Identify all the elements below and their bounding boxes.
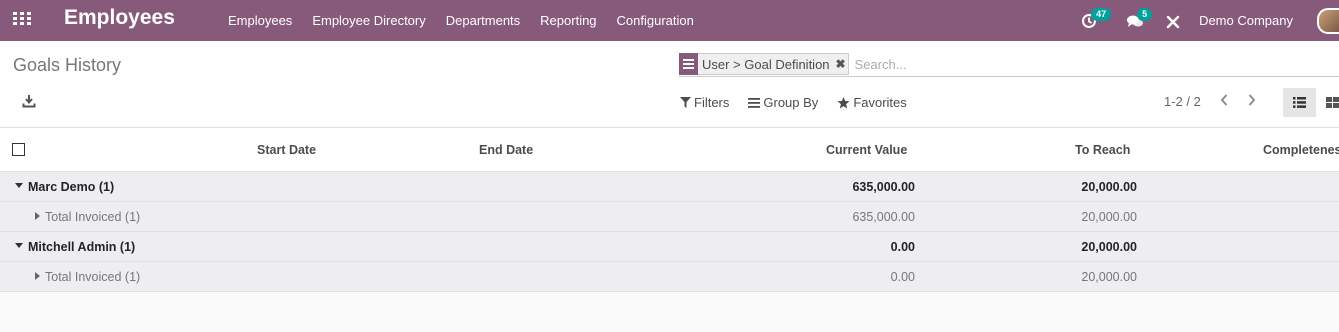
messaging-button[interactable]: 5: [1125, 7, 1153, 31]
search-options: Filters Group By Favorites: [680, 95, 926, 110]
menu-item-configuration[interactable]: Configuration: [607, 13, 704, 28]
group-row[interactable]: Marc Demo (1) 635,000.00 20,000.00: [0, 172, 1339, 202]
group-by-facet-icon: [679, 52, 698, 75]
subgroup-current-value: 635,000.00: [852, 210, 915, 224]
top-navbar: Employees Employees Employee Directory D…: [0, 0, 1339, 41]
main-menu: Employees Employee Directory Departments…: [218, 0, 704, 41]
favorites-label: Favorites: [853, 95, 907, 110]
group-by-label: Group By: [763, 95, 819, 110]
group-label: Marc Demo (1): [28, 180, 115, 194]
debug-tools-button[interactable]: [1163, 11, 1183, 31]
list-icon: [1293, 97, 1306, 108]
activity-button[interactable]: 47: [1079, 7, 1112, 31]
systray: 47 5 Demo Company: [1079, 0, 1339, 41]
group-row[interactable]: Mitchell Admin (1) 0.00 20,000.00: [0, 232, 1339, 262]
bars-icon: [748, 97, 761, 108]
group-to-reach: 20,000.00: [1081, 180, 1137, 194]
favorites-button[interactable]: Favorites: [837, 95, 907, 110]
download-icon: [22, 95, 36, 108]
pager: 1-2 / 2: [1164, 94, 1263, 109]
filters-button[interactable]: Filters: [680, 95, 729, 110]
menu-item-employee-directory[interactable]: Employee Directory: [302, 13, 435, 28]
download-button[interactable]: [22, 94, 36, 108]
search-input[interactable]: [854, 56, 1325, 72]
search-bar: User > Goal Definition ✖: [679, 52, 1339, 77]
caret-right-icon: [35, 212, 40, 220]
app-title[interactable]: Employees: [64, 6, 175, 30]
messages-count-badge: 5: [1137, 7, 1153, 21]
menu-item-departments[interactable]: Departments: [436, 13, 530, 28]
table-header: Start Date End Date Current Value To Rea…: [0, 128, 1339, 172]
tools-icon: [1166, 15, 1180, 28]
column-header-start-date[interactable]: Start Date: [257, 143, 316, 157]
breadcrumb: Goals History: [13, 55, 122, 75]
column-header-end-date[interactable]: End Date: [479, 143, 533, 157]
menu-item-reporting[interactable]: Reporting: [530, 13, 606, 28]
column-header-completeness[interactable]: Completeness: [1263, 143, 1339, 157]
select-all-checkbox[interactable]: [12, 143, 25, 156]
column-header-current-value[interactable]: Current Value: [826, 143, 907, 157]
group-label: Mitchell Admin (1): [28, 240, 136, 254]
search-facet: User > Goal Definition ✖: [679, 52, 849, 75]
column-header-to-reach[interactable]: To Reach: [1075, 143, 1130, 157]
group-current-value: 0.00: [890, 240, 915, 254]
subgroup-label: Total Invoiced (1): [45, 210, 141, 224]
goals-history-table: Start Date End Date Current Value To Rea…: [0, 128, 1339, 292]
pager-previous-icon[interactable]: [1213, 94, 1235, 109]
user-avatar[interactable]: [1317, 7, 1339, 34]
apps-menu-icon[interactable]: [13, 12, 31, 27]
company-switcher[interactable]: Demo Company: [1199, 13, 1293, 28]
filter-icon: [680, 97, 691, 108]
pager-value[interactable]: 1-2 / 2: [1164, 94, 1201, 109]
control-panel: Goals History User > Goal Definition ✖ S…: [0, 41, 1339, 128]
group-to-reach: 20,000.00: [1081, 240, 1137, 254]
subgroup-row[interactable]: Total Invoiced (1) 0.00 20,000.00: [0, 262, 1339, 292]
remove-facet-icon[interactable]: ✖: [834, 57, 848, 71]
kanban-icon: [1326, 97, 1339, 108]
subgroup-current-value: 0.00: [890, 270, 915, 284]
star-icon: [837, 96, 850, 108]
caret-down-icon: [15, 243, 23, 248]
menu-item-employees[interactable]: Employees: [218, 13, 302, 28]
view-switcher: [1283, 88, 1339, 117]
kanban-view-button[interactable]: [1316, 88, 1339, 117]
list-view-button[interactable]: [1283, 88, 1316, 117]
subgroup-to-reach: 20,000.00: [1081, 210, 1137, 224]
subgroup-row[interactable]: Total Invoiced (1) 635,000.00 20,000.00: [0, 202, 1339, 232]
subgroup-to-reach: 20,000.00: [1081, 270, 1137, 284]
activity-count-badge: 47: [1091, 7, 1112, 21]
subgroup-label: Total Invoiced (1): [45, 270, 141, 284]
group-by-button[interactable]: Group By: [748, 95, 818, 110]
pager-next-icon[interactable]: [1241, 94, 1263, 109]
filters-label: Filters: [694, 95, 730, 110]
caret-right-icon: [35, 272, 40, 280]
caret-down-icon: [15, 183, 23, 188]
facet-label: User > Goal Definition: [702, 56, 830, 72]
group-current-value: 635,000.00: [852, 180, 915, 194]
